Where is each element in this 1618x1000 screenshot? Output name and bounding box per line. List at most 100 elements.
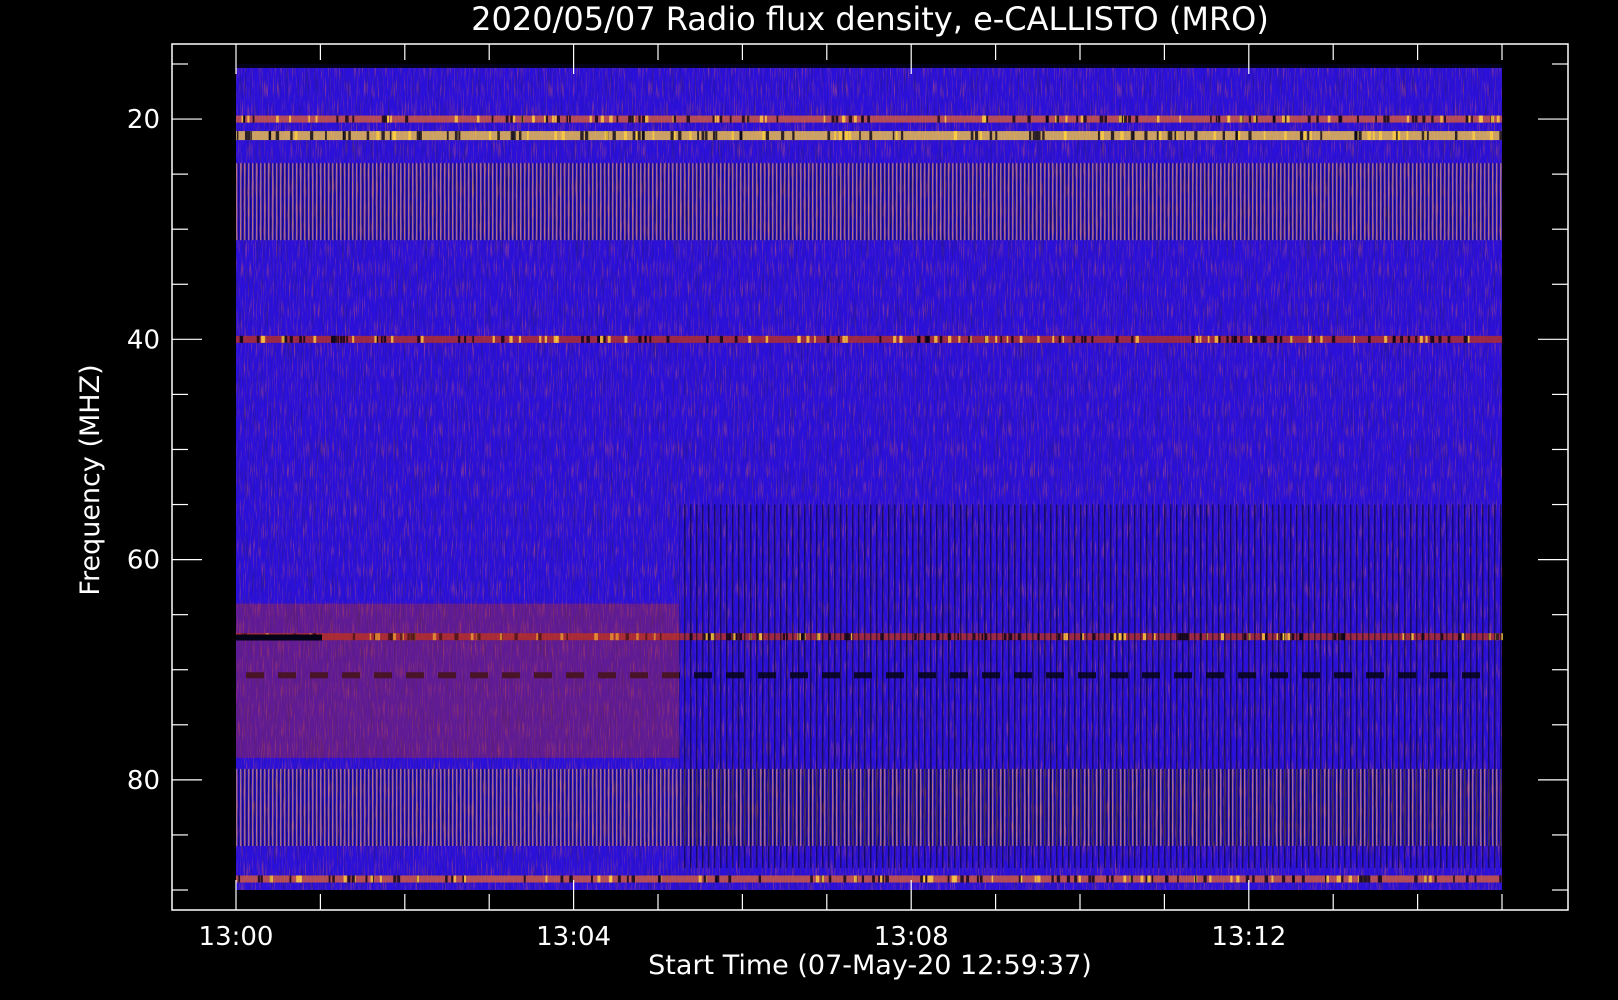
band-speckle bbox=[806, 335, 810, 343]
band-speckle bbox=[417, 335, 420, 343]
band-speckle bbox=[457, 335, 461, 343]
band-speckle bbox=[958, 335, 961, 343]
band-speckle bbox=[289, 115, 292, 123]
band-speckle bbox=[827, 131, 831, 141]
band-speckle bbox=[1341, 875, 1344, 883]
band-speckle bbox=[492, 335, 495, 343]
band-speckle bbox=[922, 875, 925, 883]
band-speckle bbox=[570, 875, 573, 883]
band-speckle bbox=[1027, 115, 1031, 123]
band-speckle bbox=[1147, 875, 1151, 883]
band-speckle bbox=[714, 115, 717, 123]
band-speckle bbox=[917, 335, 921, 343]
band-speckle bbox=[238, 875, 241, 883]
band-speckle bbox=[488, 131, 492, 141]
chart-title: 2020/05/07 Radio flux density, e-CALLIST… bbox=[471, 0, 1269, 38]
band-speckle bbox=[928, 335, 930, 343]
band-speckle bbox=[1100, 131, 1105, 141]
band-speckle bbox=[1091, 875, 1095, 883]
band-speckle bbox=[420, 335, 424, 343]
band-speckle bbox=[1058, 335, 1061, 343]
band-speckle bbox=[835, 115, 839, 123]
band-speckle bbox=[1303, 131, 1307, 141]
band-speckle bbox=[1375, 115, 1377, 123]
band-speckle bbox=[1083, 335, 1087, 343]
band-speckle bbox=[590, 875, 593, 883]
band-speckle bbox=[1299, 131, 1302, 141]
band-speckle bbox=[758, 875, 762, 883]
band-speckle bbox=[867, 115, 871, 123]
band-speckle bbox=[416, 131, 420, 141]
band-speckle bbox=[893, 335, 897, 343]
band-speckle bbox=[1078, 875, 1081, 883]
band-speckle bbox=[765, 131, 769, 141]
band-speckle bbox=[1101, 115, 1104, 123]
band-speckle bbox=[454, 131, 458, 141]
band-speckle bbox=[1110, 131, 1115, 141]
band-speckle bbox=[645, 115, 649, 123]
band-speckle bbox=[1326, 875, 1330, 883]
band-speckle bbox=[1227, 115, 1230, 123]
band-speckle bbox=[290, 131, 293, 141]
band-speckle bbox=[1364, 875, 1368, 883]
band-speckle bbox=[1210, 115, 1212, 123]
band-speckle bbox=[698, 875, 702, 883]
band-speckle bbox=[821, 875, 824, 883]
band-speckle bbox=[544, 335, 548, 343]
band-speckle bbox=[545, 115, 549, 123]
band-speckle bbox=[555, 335, 559, 343]
band-speckle bbox=[1037, 875, 1041, 883]
band-speckle bbox=[1406, 131, 1409, 141]
y-tick-label: 60 bbox=[127, 546, 160, 576]
band-speckle bbox=[995, 335, 998, 343]
band-speckle bbox=[1499, 875, 1502, 883]
band-speckle bbox=[703, 875, 707, 883]
band-speckle bbox=[241, 115, 244, 123]
band-speckle bbox=[872, 875, 875, 883]
band-speckle bbox=[975, 131, 979, 141]
band-speckle bbox=[526, 131, 529, 141]
band-speckle bbox=[313, 335, 317, 343]
band-speckle bbox=[1076, 115, 1079, 123]
band-speckle bbox=[419, 131, 422, 141]
band-speckle bbox=[256, 335, 260, 343]
band-speckle bbox=[842, 335, 846, 343]
band-speckle bbox=[1065, 115, 1068, 123]
band-speckle bbox=[1444, 115, 1446, 123]
band-speckle bbox=[1238, 131, 1241, 141]
band-speckle bbox=[706, 335, 709, 343]
band-speckle bbox=[408, 131, 412, 141]
band-speckle bbox=[1356, 115, 1359, 123]
y-tick-label: 80 bbox=[127, 766, 160, 796]
band-speckle bbox=[842, 131, 845, 141]
band-speckle bbox=[1051, 875, 1054, 883]
band-speckle bbox=[393, 875, 397, 883]
band-speckle bbox=[561, 131, 565, 141]
band-speckle bbox=[597, 875, 601, 883]
band-speckle bbox=[1338, 875, 1341, 883]
band-speckle bbox=[1226, 335, 1229, 343]
band-speckle bbox=[491, 115, 494, 123]
band-speckle bbox=[346, 335, 348, 343]
band-speckle bbox=[900, 131, 904, 141]
band-speckle bbox=[1286, 115, 1290, 123]
band-speckle bbox=[1131, 335, 1134, 343]
spectrogram-chart: 20 40 60 80 13:00 13:04 13:08 13:12 2020/05/07 … bbox=[75, 0, 1569, 981]
band-speckle bbox=[1230, 875, 1233, 883]
band-speckle bbox=[380, 335, 383, 343]
band-speckle bbox=[810, 875, 813, 883]
band-speckle bbox=[1338, 115, 1341, 123]
band-speckle bbox=[1169, 131, 1173, 141]
band-speckle bbox=[1135, 115, 1139, 123]
band-speckle bbox=[1252, 875, 1255, 883]
band-speckle bbox=[981, 115, 984, 123]
band-speckle bbox=[1348, 875, 1352, 883]
band-speckle bbox=[1467, 335, 1470, 343]
band-speckle bbox=[628, 115, 632, 123]
band-speckle bbox=[1377, 875, 1380, 883]
band-speckle bbox=[594, 115, 599, 123]
band-speckle bbox=[731, 131, 734, 141]
band-speckle bbox=[1167, 131, 1170, 141]
band-speckle bbox=[1491, 115, 1495, 123]
band-speckle bbox=[387, 115, 390, 123]
